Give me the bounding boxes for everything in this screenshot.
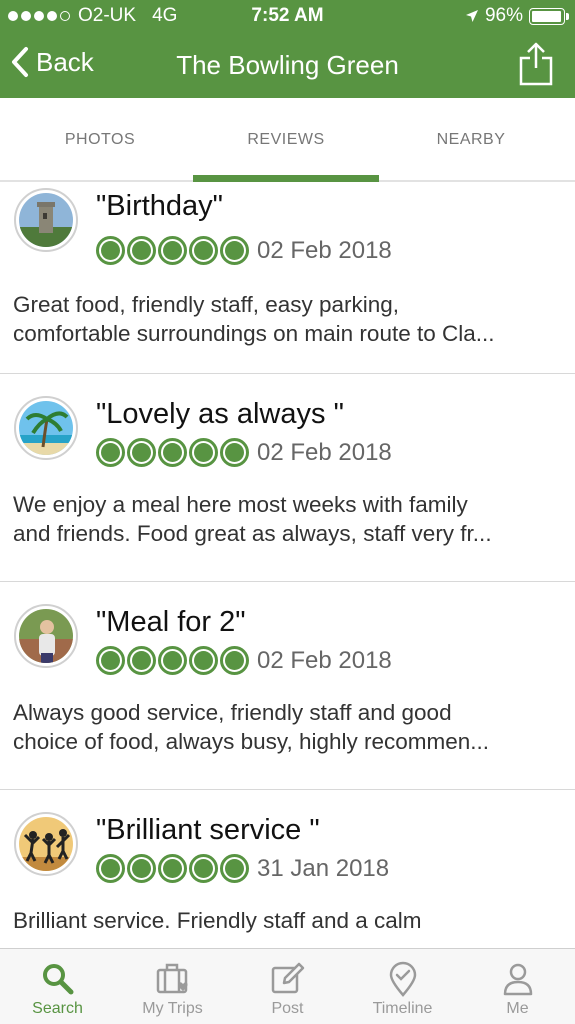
search-icon (43, 964, 74, 995)
bottom-tab-me[interactable]: Me (460, 949, 575, 1024)
bottom-tab-label: Post (271, 1000, 304, 1017)
navigation-bar: Back The Bowling Green (0, 32, 575, 98)
review-date: 02 Feb 2018 (257, 647, 392, 674)
back-button[interactable]: Back (10, 46, 94, 78)
bottom-tab-search[interactable]: Search (0, 949, 115, 1024)
rating-bubble-icon (189, 438, 218, 467)
review-title[interactable]: "Brilliant service " (96, 814, 320, 847)
battery-percent: 96% (484, 5, 523, 26)
reviewer-avatar[interactable] (14, 188, 78, 252)
suitcase-heart-icon (156, 963, 188, 994)
review-snippet: Always good service, friendly staff and … (13, 698, 561, 756)
review-item[interactable]: "Lovely as always " 02 Feb 2018 We enjoy… (0, 374, 575, 582)
tab-nearby[interactable]: NEARBY (378, 98, 564, 182)
bottom-tab-label: Timeline (372, 1000, 433, 1017)
rating-bubble-icon (189, 646, 218, 675)
snippet-line: choice of food, always busy, highly reco… (13, 729, 490, 754)
snippet-line: Always good service, friendly staff and … (13, 700, 452, 725)
rating-bubble-icon (127, 854, 156, 883)
bottom-tab-label: Me (506, 1000, 529, 1017)
tab-reviews-label: REVIEWS (247, 131, 325, 148)
battery-status: 96% (465, 5, 569, 27)
active-tab-indicator (193, 175, 379, 182)
review-snippet: Brilliant service. Friendly staff and a … (13, 906, 561, 935)
bottom-tab-bar: Search My Trips Post Timeline Me (0, 948, 575, 1024)
bottom-tab-label: My Trips (142, 1000, 203, 1017)
castle-tower-icon (19, 193, 73, 247)
review-date: 31 Jan 2018 (257, 855, 390, 882)
review-list[interactable]: "Birthday" 02 Feb 2018 Great food, frien… (0, 184, 575, 948)
back-label: Back (36, 46, 94, 77)
chevron-left-icon (12, 47, 28, 77)
tab-photos-label: PHOTOS (64, 131, 136, 148)
snippet-line: We enjoy a meal here most weeks with fam… (13, 492, 468, 517)
bottom-tab-post[interactable]: Post (230, 949, 345, 1024)
rating-bubbles (96, 646, 249, 675)
rating-bubble-icon (127, 438, 156, 467)
rating-bubble-icon (96, 236, 125, 265)
battery-icon (529, 7, 569, 25)
status-bar: O2-UK 4G 7:52 AM 96% (0, 0, 575, 32)
edit-icon (271, 962, 305, 994)
review-title[interactable]: "Birthday" (96, 190, 223, 223)
bottom-tab-my-trips[interactable]: My Trips (115, 949, 230, 1024)
review-snippet: Great food, friendly staff, easy parking… (13, 290, 561, 348)
snippet-line: and friends. Food great as always, staff… (13, 521, 492, 546)
rating-bubble-icon (220, 854, 249, 883)
snippet-line: Brilliant service. Friendly staff and a … (13, 908, 422, 933)
rating-bubble-icon (127, 646, 156, 675)
review-item[interactable]: "Meal for 2" 02 Feb 2018 Always good ser… (0, 582, 575, 790)
reviewer-avatar[interactable] (14, 396, 78, 460)
location-arrow-icon (465, 10, 478, 22)
rating-bubble-icon (158, 854, 187, 883)
rating-bubbles (96, 854, 249, 883)
snippet-line: comfortable surroundings on main route t… (13, 321, 495, 346)
rating-bubble-icon (158, 438, 187, 467)
rating-bubble-icon (220, 646, 249, 675)
rating-bubbles (96, 438, 249, 467)
palm-beach-icon (19, 401, 73, 455)
rating-bubble-icon (158, 646, 187, 675)
reviewer-avatar[interactable] (14, 812, 78, 876)
tab-reviews[interactable]: REVIEWS (193, 98, 379, 182)
tab-photos[interactable]: PHOTOS (7, 98, 193, 182)
review-date: 02 Feb 2018 (257, 439, 392, 466)
location-check-icon (389, 961, 417, 997)
rating-bubble-icon (158, 236, 187, 265)
section-tabs: PHOTOS REVIEWS NEARBY (0, 98, 575, 182)
person-icon (503, 963, 533, 996)
rating-bubble-icon (189, 236, 218, 265)
silhouettes-sunset-icon (19, 817, 73, 871)
rating-bubble-icon (96, 646, 125, 675)
rating-bubble-icon (96, 438, 125, 467)
rating-bubble-icon (189, 854, 218, 883)
rating-bubble-icon (220, 438, 249, 467)
tab-nearby-label: NEARBY (436, 131, 506, 148)
rating-bubble-icon (220, 236, 249, 265)
rating-bubbles (96, 236, 249, 265)
reviewer-avatar[interactable] (14, 604, 78, 668)
share-icon[interactable] (519, 42, 553, 86)
review-item[interactable]: "Birthday" 02 Feb 2018 Great food, frien… (0, 184, 575, 374)
review-title[interactable]: "Lovely as always " (96, 398, 344, 431)
review-title[interactable]: "Meal for 2" (96, 606, 246, 639)
rating-bubble-icon (127, 236, 156, 265)
person-portrait-icon (19, 609, 73, 663)
bottom-tab-label: Search (32, 1000, 83, 1017)
snippet-line: Great food, friendly staff, easy parking… (13, 292, 400, 317)
bottom-tab-timeline[interactable]: Timeline (345, 949, 460, 1024)
rating-bubble-icon (96, 854, 125, 883)
review-item[interactable]: "Brilliant service " 31 Jan 2018 Brillia… (0, 790, 575, 948)
review-snippet: We enjoy a meal here most weeks with fam… (13, 490, 561, 548)
review-date: 02 Feb 2018 (257, 237, 392, 264)
